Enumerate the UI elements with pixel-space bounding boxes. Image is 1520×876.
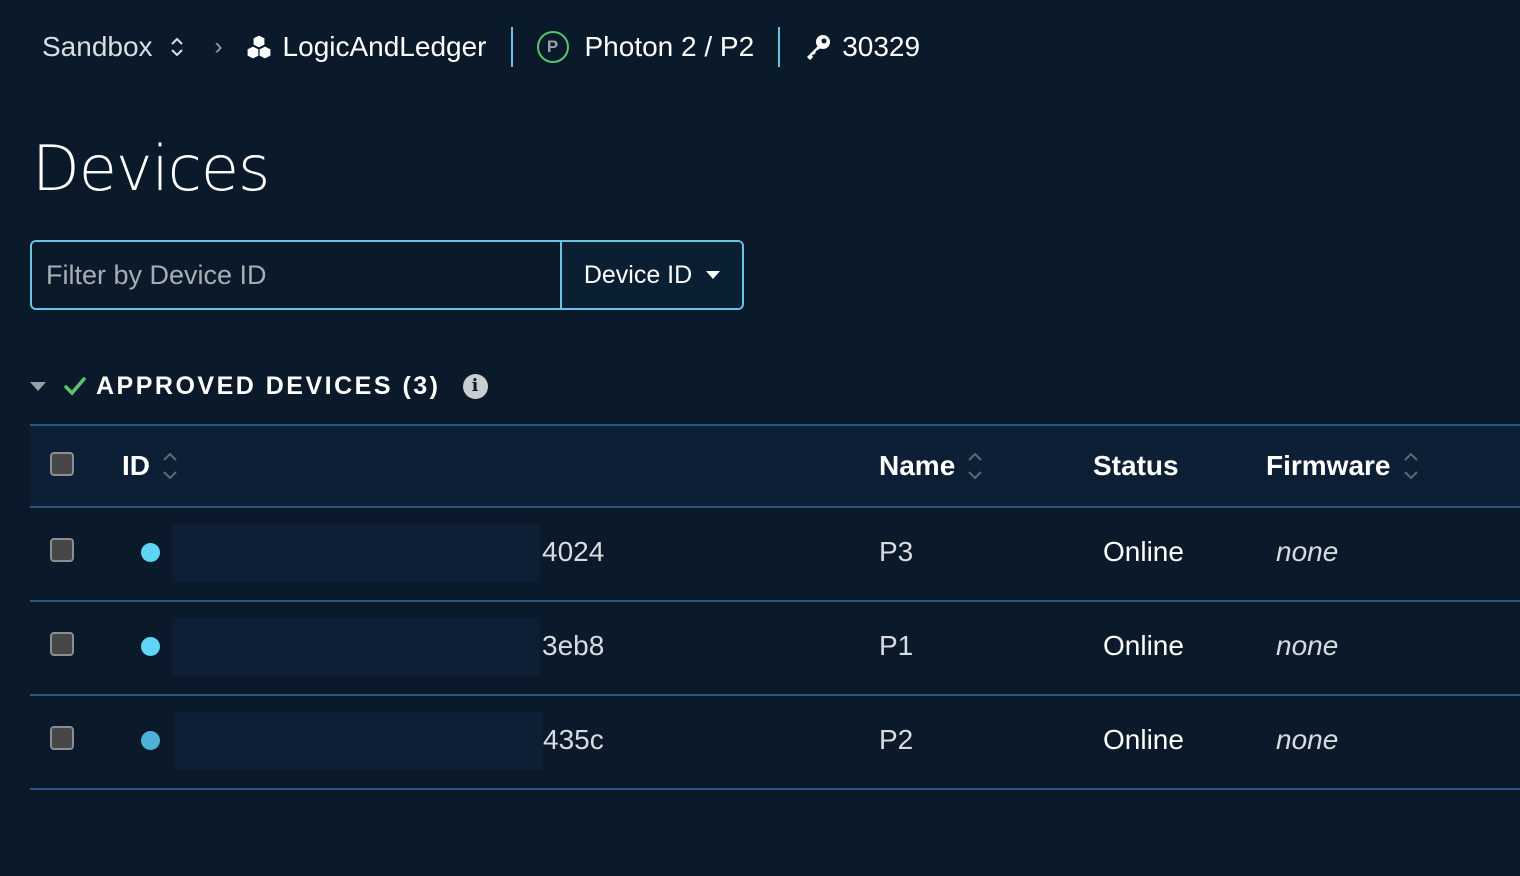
select-all-checkbox[interactable]: [50, 452, 74, 476]
online-status-dot: [141, 543, 160, 562]
column-header-status: Status: [1093, 450, 1179, 482]
column-label: ID: [122, 450, 150, 481]
column-label: Status: [1093, 450, 1179, 481]
org-name: LogicAndLedger: [282, 31, 487, 62]
product-id: 30329: [804, 31, 920, 63]
breadcrumb: Sandbox › LogicAndLedger P Photon 2 / P2…: [42, 26, 920, 68]
device-id[interactable]: 3eb8: [542, 630, 604, 662]
device-id[interactable]: 4024: [542, 536, 604, 568]
info-icon[interactable]: i: [462, 373, 488, 399]
device-firmware: none: [1276, 724, 1339, 755]
column-header-id[interactable]: ID: [122, 450, 178, 482]
breadcrumb-separator: ›: [214, 33, 223, 60]
approved-devices-section-header[interactable]: APPROVED DEVICES (3) i: [30, 368, 488, 404]
online-status-dot: [141, 637, 160, 656]
column-header-name[interactable]: Name: [879, 450, 983, 482]
device-filter: Device ID: [30, 240, 744, 310]
row-checkbox[interactable]: [50, 632, 74, 656]
devices-table: ID Name Status Firmware 4024 P3 Online n…: [30, 424, 1520, 790]
sandbox-switcher[interactable]: Sandbox: [42, 31, 153, 63]
row-checkbox[interactable]: [50, 538, 74, 562]
divider: [778, 27, 781, 67]
device-firmware: none: [1276, 630, 1339, 661]
up-down-chevron-icon[interactable]: [169, 34, 185, 60]
table-row[interactable]: 435c P2 Online none: [30, 696, 1520, 790]
redacted-id: [175, 712, 543, 770]
check-icon: [64, 377, 86, 396]
online-status-dot: [141, 731, 160, 750]
platform-badge: P: [536, 31, 569, 63]
column-label: Firmware: [1266, 450, 1391, 481]
column-label: Name: [879, 450, 956, 481]
sort-icon[interactable]: [967, 450, 983, 482]
divider: [510, 27, 513, 67]
device-status: Online: [1103, 724, 1184, 755]
org-link[interactable]: LogicAndLedger: [245, 31, 487, 63]
caret-down-icon: [706, 271, 721, 279]
section-title: APPROVED DEVICES (3): [96, 371, 441, 400]
device-name: P3: [879, 536, 914, 567]
table-row[interactable]: 3eb8 P1 Online none: [30, 602, 1520, 696]
platform-info: P Photon 2 / P2: [536, 31, 755, 63]
product-id-value: 30329: [842, 31, 921, 62]
device-name: P2: [879, 724, 914, 755]
filter-input[interactable]: [32, 242, 560, 308]
device-status: Online: [1103, 536, 1184, 567]
platform-name: Photon 2 / P2: [584, 31, 755, 62]
sort-icon[interactable]: [162, 450, 178, 482]
column-header-firmware[interactable]: Firmware: [1266, 450, 1419, 482]
cubes-icon: [245, 34, 272, 60]
filter-field-select[interactable]: Device ID: [560, 242, 742, 308]
table-header: ID Name Status Firmware: [30, 424, 1520, 508]
collapse-triangle-icon[interactable]: [30, 381, 46, 391]
device-firmware: none: [1276, 536, 1339, 567]
key-icon: [807, 35, 831, 60]
redacted-id: [172, 524, 540, 582]
page-title: Devices: [32, 132, 270, 205]
device-name: P1: [879, 630, 914, 661]
redacted-id: [172, 618, 540, 676]
row-checkbox[interactable]: [50, 726, 74, 750]
device-status: Online: [1103, 630, 1184, 661]
filter-field-label: Device ID: [583, 260, 693, 289]
device-id[interactable]: 435c: [543, 724, 604, 756]
table-row[interactable]: 4024 P3 Online none: [30, 508, 1520, 602]
sort-icon[interactable]: [1403, 450, 1419, 482]
